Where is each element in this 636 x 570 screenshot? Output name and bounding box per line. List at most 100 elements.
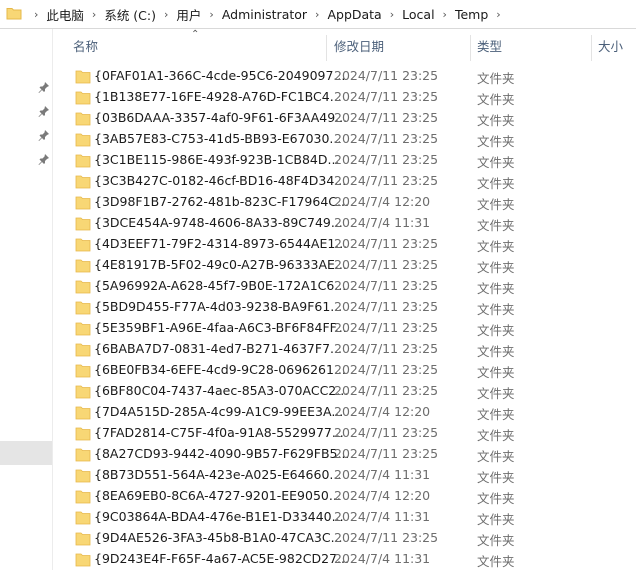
folder-icon [75,342,91,360]
file-row[interactable]: {8A27CD93-9442-4090-9B57-F629FB5... 2024/… [53,444,636,465]
file-type: 文件夹 [477,512,515,527]
file-name: {8EA69EB0-8C6A-4727-9201-EE9050... [94,488,341,503]
file-type: 文件夹 [477,218,515,233]
breadcrumb-separator[interactable]: › [382,8,402,21]
file-type: 文件夹 [477,176,515,191]
file-row[interactable]: {6BE0FB34-6EFE-4cd9-9C28-0696261... 2024/… [53,360,636,381]
file-name: {03B6DAAA-3357-4af0-9F61-6F3AA49... [94,110,348,125]
file-list: {0FAF01A1-366C-4cde-95C6-2049097... 2024/… [53,66,636,570]
file-row[interactable]: {4D3EEF71-79F2-4314-8973-6544AE1... 2024/… [53,234,636,255]
folder-icon [75,300,91,318]
file-modified-date: 2024/7/11 23:25 [334,152,439,167]
file-row[interactable]: {3AB57E83-C753-41d5-BB93-E67030... 2024/7… [53,129,636,150]
file-row[interactable]: {5E359BF1-A96E-4faa-A6C3-BF6F84FF... 2024… [53,318,636,339]
breadcrumb-separator[interactable]: › [435,8,455,21]
file-row[interactable]: {5A96992A-A628-45f7-9B0E-172A1C6... 2024/… [53,276,636,297]
file-row[interactable]: {9C03864A-BDA4-476e-B1E1-D33440... 2024/7… [53,507,636,528]
nav-selected-item[interactable] [0,441,52,465]
file-modified-date: 2024/7/4 11:31 [334,215,431,230]
file-row[interactable]: {3C3B427C-0182-46cf-BD16-48F4D34... 2024/… [53,171,636,192]
column-divider[interactable] [326,35,327,61]
file-modified-date: 2024/7/4 12:20 [334,404,431,419]
file-name: {5A96992A-A628-45f7-9B0E-172A1C6... [94,278,347,293]
file-name: {3C3B427C-0182-46cf-BD16-48F4D34... [94,173,347,188]
file-name: {9C03864A-BDA4-476e-B1E1-D33440... [94,509,344,524]
file-type: 文件夹 [477,470,515,485]
column-header-size[interactable]: 大小 [598,29,623,64]
breadcrumb-this-pc[interactable]: 此电脑 [46,5,84,24]
pin-icon[interactable] [38,129,50,141]
breadcrumb-users[interactable]: 用户 [176,5,201,24]
file-name: {6BE0FB34-6EFE-4cd9-9C28-0696261... [94,362,346,377]
column-header-name[interactable]: 名称 [73,29,98,64]
file-type: 文件夹 [477,239,515,254]
file-modified-date: 2024/7/11 23:25 [334,383,439,398]
file-row[interactable]: {7FAD2814-C75F-4f0a-91A8-5529977... 2024/… [53,423,636,444]
column-divider[interactable] [591,35,592,61]
folder-icon [75,258,91,276]
file-row[interactable]: {9D4AE526-3FA3-45b8-B1A0-47CA3C... 2024/7… [53,528,636,549]
file-row[interactable]: {0FAF01A1-366C-4cde-95C6-2049097... 2024/… [53,66,636,87]
file-modified-date: 2024/7/11 23:25 [334,131,439,146]
file-modified-date: 2024/7/4 11:31 [334,509,431,524]
folder-icon [75,153,91,171]
file-row[interactable]: {1B138E77-16FE-4928-A76D-FC1BC4... 2024/7… [53,87,636,108]
file-type: 文件夹 [477,197,515,212]
folder-icon [75,132,91,150]
breadcrumb-separator[interactable]: › [84,8,104,21]
file-modified-date: 2024/7/4 12:20 [334,194,431,209]
file-row[interactable]: {6BF80C04-7437-4aec-85A3-070ACC2... 2024/… [53,381,636,402]
pin-icon[interactable] [38,105,50,117]
file-name: {5BD9D455-F77A-4d03-9238-BA9F61... [94,299,343,314]
breadcrumb-system-c[interactable]: 系统 (C:) [104,5,156,24]
folder-icon [75,90,91,108]
file-type: 文件夹 [477,428,515,443]
file-name: {1B138E77-16FE-4928-A76D-FC1BC4... [94,89,342,104]
file-modified-date: 2024/7/11 23:25 [334,530,439,545]
column-header-date[interactable]: 修改日期 [334,29,384,64]
file-name: {8A27CD93-9442-4090-9B57-F629FB5... [94,446,350,461]
file-row[interactable]: {3C1BE115-986E-493f-923B-1CB84D... 2024/7… [53,150,636,171]
file-modified-date: 2024/7/4 11:31 [334,551,431,566]
file-row[interactable]: {03B6DAAA-3357-4af0-9F61-6F3AA49... 2024/… [53,108,636,129]
file-modified-date: 2024/7/11 23:25 [334,425,439,440]
breadcrumb-temp[interactable]: Temp [455,7,488,22]
file-row[interactable]: {6BABA7D7-0831-4ed7-B271-4637F7... 2024/7… [53,339,636,360]
file-row[interactable]: {8EA69EB0-8C6A-4727-9201-EE9050... 2024/7… [53,486,636,507]
file-row[interactable]: {9D243E4F-F65F-4a67-AC5E-982CD27... 2024/… [53,549,636,570]
column-divider[interactable] [470,35,471,61]
file-row[interactable]: {5BD9D455-F77A-4d03-9238-BA9F61... 2024/7… [53,297,636,318]
breadcrumb-separator[interactable]: › [156,8,176,21]
file-modified-date: 2024/7/11 23:25 [334,446,439,461]
folder-icon [75,363,91,381]
file-modified-date: 2024/7/11 23:25 [334,236,439,251]
file-row[interactable]: {3DCE454A-9748-4606-8A33-89C749... 2024/7… [53,213,636,234]
breadcrumb-local[interactable]: Local [402,7,434,22]
navigation-pane[interactable] [0,29,53,570]
breadcrumb-administrator[interactable]: Administrator [222,7,307,22]
file-modified-date: 2024/7/11 23:25 [334,362,439,377]
breadcrumb-separator[interactable]: › [307,8,327,21]
breadcrumb-appdata[interactable]: AppData [327,7,381,22]
file-row[interactable]: {4E81917B-5F02-49c0-A27B-96333AE... 2024/… [53,255,636,276]
folder-icon [75,321,91,339]
breadcrumb-separator[interactable]: › [488,8,508,21]
file-type: 文件夹 [477,134,515,149]
file-name: {4E81917B-5F02-49c0-A27B-96333AE... [94,257,347,272]
file-row[interactable]: {7D4A515D-285A-4c99-A1C9-99EE3A... 2024/7… [53,402,636,423]
file-type: 文件夹 [477,533,515,548]
file-modified-date: 2024/7/11 23:25 [334,68,439,83]
folder-icon [75,426,91,444]
file-name: {3DCE454A-9748-4606-8A33-89C749... [94,215,343,230]
folder-icon [75,489,91,507]
pin-icon[interactable] [38,81,50,93]
file-row[interactable]: {3D98F1B7-2762-481b-823C-F17964C... 2024/… [53,192,636,213]
folder-icon [75,405,91,423]
file-modified-date: 2024/7/11 23:25 [334,173,439,188]
breadcrumb-separator[interactable]: › [201,8,221,21]
breadcrumb-separator[interactable]: › [26,8,46,21]
pin-icon[interactable] [38,153,50,165]
file-row[interactable]: {8B73D551-564A-423e-A025-E64660... 2024/7… [53,465,636,486]
address-bar[interactable]: › 此电脑 › 系统 (C:) › 用户 › Administrator › A… [0,0,636,29]
column-header-type[interactable]: 类型 [477,29,502,64]
